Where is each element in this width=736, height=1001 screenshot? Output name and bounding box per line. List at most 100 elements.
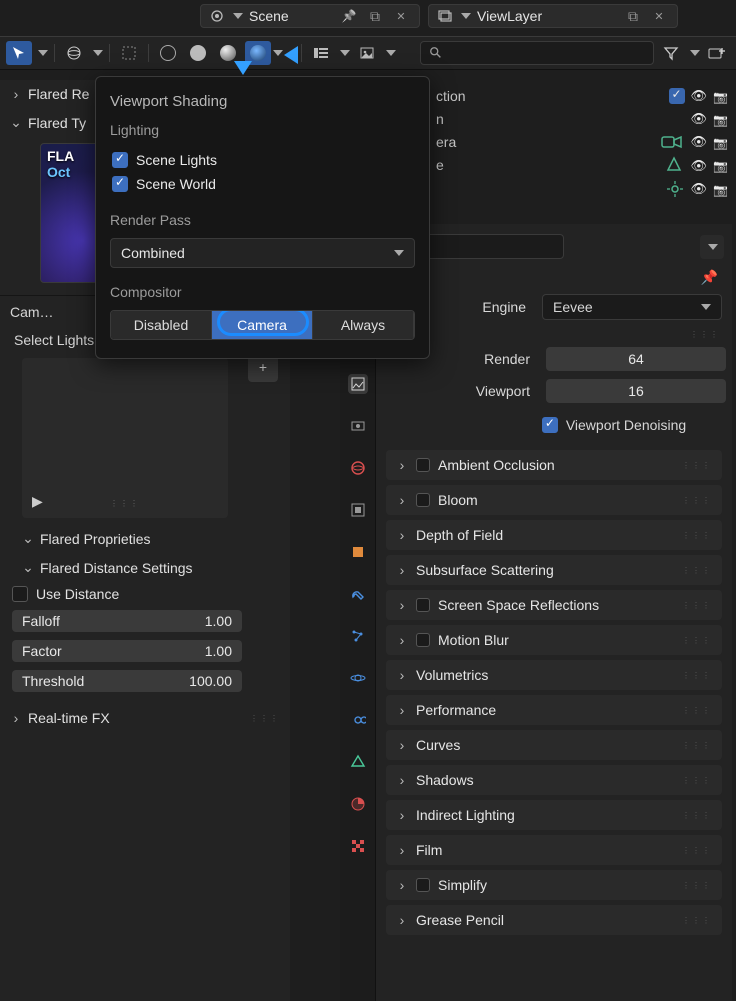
samples-render-field[interactable]: 64	[546, 347, 726, 371]
grip-icon[interactable]: ⋮⋮⋮	[682, 881, 712, 890]
tab-data-icon[interactable]	[348, 752, 368, 772]
grip-icon[interactable]: ⋮⋮⋮	[682, 461, 712, 470]
panel-motion-blur[interactable]: ›Motion Blur⋮⋮⋮	[386, 625, 722, 655]
chevron-down-icon[interactable]	[690, 50, 700, 56]
pin-icon[interactable]	[339, 6, 359, 26]
editor-type-icon[interactable]	[308, 41, 334, 65]
panel-checkbox[interactable]	[416, 633, 430, 647]
compositor-always-button[interactable]: Always	[313, 311, 414, 339]
grip-icon[interactable]: ⋮⋮⋮	[682, 706, 712, 715]
panel-checkbox[interactable]	[416, 458, 430, 472]
tab-scene-icon[interactable]	[348, 500, 368, 520]
viewport-denoising-checkbox[interactable]	[542, 417, 558, 433]
tab-modifier-icon[interactable]	[348, 584, 368, 604]
outliner-row-point[interactable]	[432, 177, 732, 200]
chevron-down-icon[interactable]	[233, 13, 243, 19]
panel-checkbox[interactable]	[416, 878, 430, 892]
tab-physics-icon[interactable]	[348, 668, 368, 688]
chevron-down-icon[interactable]	[386, 50, 396, 56]
eye-icon[interactable]	[691, 87, 708, 104]
panel-indirect-lighting[interactable]: ›Indirect Lighting⋮⋮⋮	[386, 800, 722, 830]
panel-curves[interactable]: ›Curves⋮⋮⋮	[386, 730, 722, 760]
outliner-row-collection[interactable]: ction	[432, 84, 732, 107]
grip-icon[interactable]: ⋮⋮⋮	[250, 714, 280, 723]
camera-icon[interactable]	[713, 111, 728, 127]
shading-solid-button[interactable]	[185, 41, 211, 65]
scene-world-row[interactable]: Scene World	[110, 172, 415, 196]
grip-icon[interactable]: ⋮⋮⋮	[682, 846, 712, 855]
copy-icon[interactable]	[365, 6, 385, 26]
grip-icon[interactable]: ⋮⋮⋮	[682, 566, 712, 575]
panel-shadows[interactable]: ›Shadows⋮⋮⋮	[386, 765, 722, 795]
panel-ambient-occlusion[interactable]: ›Ambient Occlusion⋮⋮⋮	[386, 450, 722, 480]
tab-texture-icon[interactable]	[348, 836, 368, 856]
pin-icon[interactable]: 📌	[701, 269, 718, 286]
filter-icon[interactable]	[658, 41, 684, 65]
tab-world-icon[interactable]	[348, 458, 368, 478]
section-realtime-fx[interactable]: ›Real-time FX ⋮⋮⋮	[0, 704, 290, 732]
grip-icon[interactable]: ⋮⋮⋮	[682, 916, 712, 925]
viewport-denoising-row[interactable]: Viewport Denoising	[382, 407, 726, 445]
use-distance-checkbox[interactable]	[12, 586, 28, 602]
panel-film[interactable]: ›Film⋮⋮⋮	[386, 835, 722, 865]
tab-material-icon[interactable]	[348, 794, 368, 814]
compositor-disabled-button[interactable]: Disabled	[111, 311, 212, 339]
chevron-down-icon[interactable]	[340, 50, 350, 56]
scene-world-checkbox[interactable]	[112, 176, 128, 192]
render-engine-dropdown[interactable]: Eevee	[542, 294, 722, 320]
camera-icon[interactable]	[713, 88, 728, 104]
outliner-row-object[interactable]: n	[432, 107, 732, 130]
tab-output-icon[interactable]	[348, 416, 368, 436]
panel-subsurface-scattering[interactable]: ›Subsurface Scattering⋮⋮⋮	[386, 555, 722, 585]
close-icon[interactable]	[391, 6, 411, 26]
outliner-search-input[interactable]	[449, 46, 645, 61]
camera-icon[interactable]	[713, 181, 728, 197]
outliner-row-camera[interactable]: era	[432, 130, 732, 153]
scene-lights-row[interactable]: Scene Lights	[110, 148, 415, 172]
compositor-camera-button[interactable]: Camera	[212, 311, 313, 339]
grip-icon[interactable]: ⋮⋮⋮	[682, 531, 712, 540]
panel-bloom[interactable]: ›Bloom⋮⋮⋮	[386, 485, 722, 515]
grip-icon[interactable]: ⋮⋮⋮	[682, 636, 712, 645]
panel-volumetrics[interactable]: ›Volumetrics⋮⋮⋮	[386, 660, 722, 690]
grip-icon[interactable]: ⋮⋮⋮	[682, 776, 712, 785]
threshold-field[interactable]: Threshold100.00	[12, 670, 242, 692]
panel-grease-pencil[interactable]: ›Grease Pencil⋮⋮⋮	[386, 905, 722, 935]
section-flared-distance[interactable]: ⌄Flared Distance Settings	[0, 553, 290, 582]
tab-particle-icon[interactable]	[348, 626, 368, 646]
frame-icon[interactable]	[116, 41, 142, 65]
camera-icon[interactable]	[713, 134, 728, 150]
grip-icon[interactable]: ⋮⋮⋮	[682, 671, 712, 680]
panel-checkbox[interactable]	[416, 598, 430, 612]
panel-performance[interactable]: ›Performance⋮⋮⋮	[386, 695, 722, 725]
section-flared-proprieties[interactable]: ⌄Flared Proprieties	[0, 524, 290, 553]
shading-wireframe-button[interactable]	[155, 41, 181, 65]
eye-icon[interactable]	[691, 157, 708, 174]
chevron-down-icon[interactable]	[461, 13, 471, 19]
cursor-tool-icon[interactable]	[6, 41, 32, 65]
panel-simplify[interactable]: ›Simplify⋮⋮⋮	[386, 870, 722, 900]
globe-icon[interactable]	[61, 41, 87, 65]
options-dropdown[interactable]	[700, 235, 724, 259]
eye-icon[interactable]	[691, 180, 708, 197]
viewlayer-pill[interactable]: ViewLayer	[428, 4, 678, 28]
chevron-down-icon[interactable]	[93, 50, 103, 56]
samples-viewport-field[interactable]: 16	[546, 379, 726, 403]
grip-icon[interactable]: ⋮⋮⋮	[682, 601, 712, 610]
panel-checkbox[interactable]	[416, 493, 430, 507]
lights-list[interactable]: ▶ ⋮⋮⋮	[22, 358, 228, 518]
tab-object-icon[interactable]	[348, 542, 368, 562]
new-collection-icon[interactable]	[704, 41, 730, 65]
close-icon[interactable]	[649, 6, 669, 26]
tab-constraint-icon[interactable]	[348, 710, 368, 730]
use-distance-row[interactable]: Use Distance	[0, 582, 290, 606]
scene-pill[interactable]: Scene	[200, 4, 420, 28]
copy-icon[interactable]	[623, 6, 643, 26]
grip-icon[interactable]: ⋮⋮⋮	[682, 811, 712, 820]
grip-icon[interactable]: ⋮⋮⋮	[682, 496, 712, 505]
chevron-down-icon[interactable]	[38, 50, 48, 56]
factor-field[interactable]: Factor1.00	[12, 640, 242, 662]
grip-icon[interactable]: ⋮⋮⋮	[682, 741, 712, 750]
eye-icon[interactable]	[691, 110, 708, 127]
collection-checkbox[interactable]	[669, 88, 685, 104]
